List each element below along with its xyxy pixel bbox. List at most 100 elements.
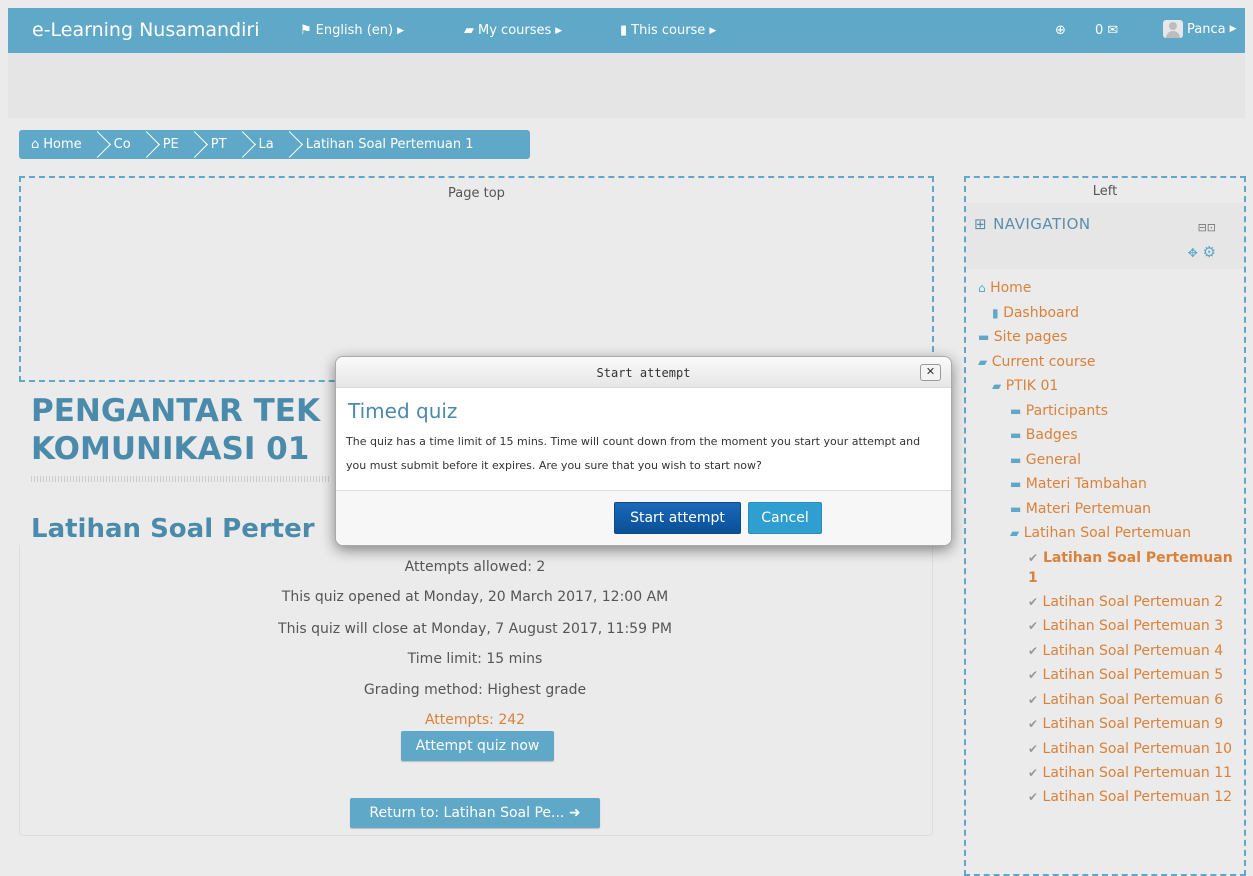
breadcrumb-separator bbox=[237, 130, 247, 159]
dialog-message: The quiz has a time limit of 15 mins. Ti… bbox=[346, 435, 921, 472]
breadcrumb-home[interactable]: ⌂ Home bbox=[19, 130, 92, 159]
quiz-icon: ✔ bbox=[1028, 789, 1039, 804]
dock-icon[interactable]: ⊡ bbox=[1207, 221, 1216, 234]
nav-item-latihan-soal[interactable]: ▰ Latihan Soal Pertemuan bbox=[978, 521, 1243, 546]
top-navbar: e-Learning Nusamandiri ⚑ English (en) ▶ … bbox=[8, 8, 1245, 53]
nav-item-general[interactable]: ▬ General bbox=[978, 448, 1243, 473]
user-name: Panca bbox=[1187, 21, 1226, 37]
folder-open-icon: ▰ bbox=[1010, 526, 1020, 540]
site-brand[interactable]: e-Learning Nusamandiri bbox=[32, 19, 260, 41]
attempt-quiz-button[interactable]: Attempt quiz now bbox=[401, 731, 554, 761]
move-icon[interactable]: ✥ bbox=[1188, 246, 1198, 260]
life-ring-icon: ⊕ bbox=[1055, 23, 1066, 38]
block-controls[interactable]: ⊟⊡ bbox=[1198, 221, 1216, 234]
quiz-opened-date: This quiz opened at Monday, 20 March 201… bbox=[281, 589, 669, 605]
nav-item-participants[interactable]: ▬ Participants bbox=[978, 399, 1243, 424]
this-course-menu[interactable]: ▮ This course ▶ bbox=[620, 23, 716, 38]
language-label: English (en) bbox=[315, 23, 394, 38]
home-icon: ⌂ bbox=[978, 281, 986, 295]
folder-icon: ▬ bbox=[1010, 452, 1022, 467]
breadcrumb-separator bbox=[189, 130, 199, 159]
nav-item-quiz[interactable]: ✔ Latihan Soal Pertemuan 4 bbox=[978, 639, 1243, 664]
course-title: PENGANTAR TEK KOMUNIKASI 01 bbox=[31, 393, 320, 467]
messages-button[interactable]: 0 ✉ bbox=[1095, 23, 1118, 38]
return-button[interactable]: Return to: Latihan Soal Pe... ➜ bbox=[350, 798, 600, 828]
quiz-icon: ✔ bbox=[1028, 643, 1039, 658]
nav-item-quiz[interactable]: ✔ Latihan Soal Pertemuan 11 bbox=[978, 763, 1243, 783]
caret-right-icon: ▶ bbox=[1229, 24, 1237, 34]
header-band bbox=[8, 53, 1245, 118]
sitemap-icon: ⊞ bbox=[974, 215, 988, 233]
nav-item-home[interactable]: ⌂ Home bbox=[978, 276, 1243, 301]
folder-open-icon: ▰ bbox=[978, 354, 988, 369]
my-courses-menu[interactable]: ▰ My courses ▶ bbox=[464, 23, 562, 38]
start-attempt-dialog: Start attempt ✕ Timed quiz The quiz has … bbox=[335, 356, 952, 546]
nav-item-site-pages[interactable]: ▬ Site pages bbox=[978, 325, 1243, 350]
folder-icon: ▬ bbox=[1010, 403, 1022, 418]
breadcrumb-separator bbox=[141, 130, 151, 159]
nav-item-quiz[interactable]: ✔ Latihan Soal Pertemuan 12 bbox=[978, 787, 1243, 807]
divider bbox=[31, 476, 331, 482]
gear-icon[interactable]: ⚙ bbox=[1203, 243, 1216, 261]
nav-item-quiz[interactable]: ✔ Latihan Soal Pertemuan 5 bbox=[978, 663, 1243, 688]
start-attempt-button[interactable]: Start attempt bbox=[614, 502, 741, 534]
home-icon: ⌂ bbox=[31, 137, 40, 152]
briefcase-icon: ▰ bbox=[464, 23, 474, 38]
folder-open-icon: ▰ bbox=[992, 379, 1002, 393]
attempts-link[interactable]: Attempts: 242 bbox=[19, 712, 931, 728]
region-label: Left bbox=[1092, 184, 1118, 199]
folder-icon: ▬ bbox=[1010, 501, 1022, 516]
nav-item-quiz[interactable]: ✔ Latihan Soal Pertemuan 9 bbox=[978, 712, 1243, 737]
caret-right-icon: ▶ bbox=[555, 25, 563, 36]
region-label: Page top bbox=[448, 186, 505, 201]
navigation-block: ⊞ NAVIGATION ⊟⊡ ✥ ⚙ bbox=[966, 203, 1244, 269]
quiz-icon: ✔ bbox=[1028, 717, 1039, 731]
folder-icon: ▬ bbox=[978, 330, 990, 344]
nav-item-quiz[interactable]: ✔ Latihan Soal Pertemuan 10 bbox=[978, 739, 1243, 759]
nav-item-ptik-01[interactable]: ▰ PTIK 01 bbox=[978, 374, 1243, 399]
nav-item-quiz[interactable]: ✔ Latihan Soal Pertemuan 2 bbox=[978, 590, 1243, 615]
my-courses-label: My courses bbox=[478, 23, 552, 38]
navigation-tree: ⌂ Home ▮ Dashboard ▬ Site pages ▰ Curren… bbox=[978, 276, 1243, 807]
cancel-button[interactable]: Cancel bbox=[748, 502, 822, 534]
breadcrumb: ⌂ Home Co PE PT La Latihan Soal Pertemua… bbox=[19, 130, 530, 159]
quiz-icon: ✔ bbox=[1028, 594, 1039, 609]
nav-item-materi-tambahan[interactable]: ▬ Materi Tambahan bbox=[978, 472, 1243, 497]
caret-right-icon: ▶ bbox=[397, 25, 405, 36]
quiz-icon: ✔ bbox=[1028, 765, 1039, 780]
nav-item-quiz[interactable]: ✔ Latihan Soal Pertemuan 3 bbox=[978, 614, 1243, 639]
collapse-icon[interactable]: ⊟ bbox=[1198, 221, 1207, 234]
notifications-button[interactable]: ⊕ bbox=[1055, 23, 1066, 38]
quiz-title: Latihan Soal Perter bbox=[31, 514, 315, 544]
dialog-header: Start attempt bbox=[336, 357, 951, 388]
quiz-icon: ✔ bbox=[1028, 619, 1039, 633]
quiz-icon: ✔ bbox=[1028, 668, 1039, 682]
language-menu[interactable]: ⚑ English (en) ▶ bbox=[300, 23, 404, 38]
breadcrumb-current[interactable]: Latihan Soal Pertemuan 1 bbox=[294, 130, 484, 159]
envelope-icon: ✉ bbox=[1107, 23, 1119, 38]
dialog-title: Timed quiz bbox=[348, 399, 458, 423]
user-menu[interactable]: Panca ▶ bbox=[1163, 20, 1237, 38]
file-icon: ▮ bbox=[992, 305, 999, 320]
grading-method: Grading method: Highest grade bbox=[363, 682, 587, 698]
quiz-icon: ✔ bbox=[1028, 550, 1039, 565]
nav-item-current-course[interactable]: ▰ Current course bbox=[978, 350, 1243, 375]
nav-item-badges[interactable]: ▬ Badges bbox=[978, 423, 1243, 448]
nav-item-dashboard[interactable]: ▮ Dashboard bbox=[978, 301, 1243, 326]
block-actions[interactable]: ✥ ⚙ bbox=[1188, 243, 1216, 261]
nav-item-quiz[interactable]: ✔ Latihan Soal Pertemuan 6 bbox=[978, 688, 1243, 713]
nav-item-materi-pertemuan[interactable]: ▬ Materi Pertemuan bbox=[978, 497, 1243, 522]
folder-icon: ▬ bbox=[1010, 428, 1022, 442]
page-top-region: Page top bbox=[19, 176, 934, 382]
caret-right-icon: ▶ bbox=[709, 25, 717, 36]
this-course-label: This course bbox=[631, 23, 706, 38]
breadcrumb-separator bbox=[284, 130, 294, 159]
quiz-icon: ✔ bbox=[1028, 741, 1039, 756]
messages-count: 0 bbox=[1095, 23, 1104, 38]
quiz-icon: ✔ bbox=[1028, 692, 1039, 707]
flag-icon: ⚑ bbox=[300, 23, 312, 38]
close-icon[interactable]: ✕ bbox=[920, 364, 941, 381]
navigation-title: ⊞ NAVIGATION bbox=[974, 215, 1091, 233]
sign-in-icon: ➜ bbox=[568, 805, 581, 821]
nav-item-quiz-1-active[interactable]: ✔ Latihan Soal Pertemuan 1 bbox=[978, 548, 1243, 588]
